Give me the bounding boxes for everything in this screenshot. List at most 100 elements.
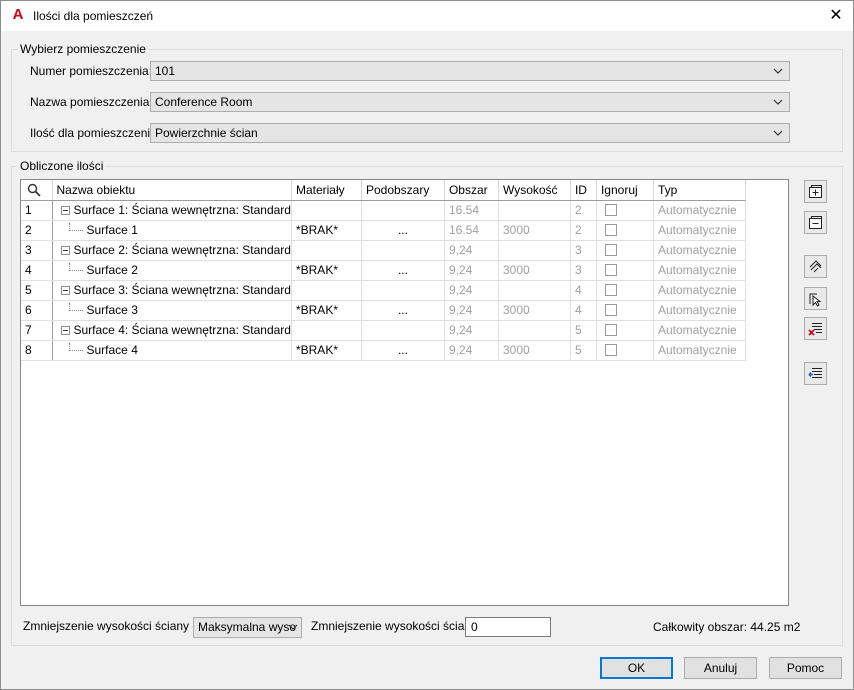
ok-button[interactable]: OK	[600, 657, 673, 679]
quantities-grid[interactable]: Nazwa obiektu Materiały Podobszary Obsza…	[20, 179, 789, 606]
object-name: Surface 2: Ściana wewnętrzna: Standard	[73, 243, 291, 257]
table-row[interactable]: 4 Surface 2 *BRAK*... 9,24 3000 3 Automatyczni…	[21, 260, 746, 281]
material-cell[interactable]	[291, 200, 362, 221]
object-name-cell[interactable]: Surface 4: Ściana wewnętrzna: Standard	[52, 320, 292, 341]
area-cell: 9,24	[444, 300, 499, 321]
room-quantity-dropdown[interactable]: Powierzchnie ścian	[150, 123, 790, 143]
table-row[interactable]: 3 Surface 2: Ściana wewnętrzna: Standard 9…	[21, 240, 746, 261]
collapse-node-icon[interactable]	[60, 246, 70, 255]
ignore-checkbox[interactable]	[604, 244, 617, 256]
column-header-subareas[interactable]: Podobszary	[361, 180, 445, 201]
collapse-node-icon[interactable]	[60, 286, 70, 295]
subareas-cell[interactable]	[361, 320, 445, 341]
subareas-cell[interactable]: ...	[361, 340, 445, 361]
table-row[interactable]: 8 Surface 4 *BRAK*... 9,24 3000 5 Automatyczni…	[21, 340, 746, 361]
row-number[interactable]: 5	[21, 280, 53, 301]
material-cell[interactable]	[291, 320, 362, 341]
material-cell[interactable]: *BRAK*	[291, 340, 362, 361]
search-icon	[27, 183, 41, 197]
table-row[interactable]: 6 Surface 3 *BRAK*... 9,24 3000 4 Automatyczni…	[21, 300, 746, 321]
room-number-value: 101	[155, 64, 176, 78]
subareas-cell[interactable]: ...	[361, 300, 445, 321]
select-objects-button[interactable]	[804, 255, 827, 278]
remove-rows-button[interactable]	[804, 317, 827, 340]
id-cell: 4	[570, 300, 597, 321]
type-cell: Automatycznie	[653, 200, 746, 221]
table-row[interactable]: 2 Surface 1 *BRAK*... 16.54 3000 2 Automatyczn…	[21, 220, 746, 241]
column-header-id[interactable]: ID	[570, 180, 597, 201]
column-header-area[interactable]: Obszar	[444, 180, 499, 201]
ignore-checkbox[interactable]	[604, 284, 617, 296]
area-cell: 9,24	[444, 260, 499, 281]
cancel-button[interactable]: Anuluj	[684, 657, 757, 679]
close-button[interactable]: ✕	[819, 1, 853, 31]
object-name-cell[interactable]: Surface 1: Ściana wewnętrzna: Standard	[52, 200, 292, 221]
grid-search-header[interactable]	[21, 180, 53, 201]
table-row[interactable]: 7 Surface 4: Ściana wewnętrzna: Standard 9…	[21, 320, 746, 341]
column-header-ignore[interactable]: Ignoruj	[596, 180, 654, 201]
ignore-checkbox[interactable]	[604, 344, 617, 356]
pick-objects-button[interactable]	[804, 287, 827, 310]
row-number[interactable]: 1	[21, 200, 53, 221]
area-cell: 16.54	[444, 220, 499, 241]
column-header-type[interactable]: Typ	[653, 180, 746, 201]
row-number[interactable]: 6	[21, 300, 53, 321]
reduce-height-from-dropdown[interactable]: Maksymalna wyso	[193, 617, 302, 638]
column-header-materials[interactable]: Materiały	[291, 180, 362, 201]
subareas-cell[interactable]	[361, 240, 445, 261]
object-name-cell[interactable]: Surface 2	[52, 260, 292, 281]
material-cell[interactable]	[291, 280, 362, 301]
column-header-height[interactable]: Wysokość	[498, 180, 571, 201]
collapse-all-button[interactable]	[804, 211, 827, 234]
ignore-cell	[596, 320, 654, 341]
row-number[interactable]: 7	[21, 320, 53, 341]
area-cell: 16.54	[444, 200, 499, 221]
ignore-cell	[596, 260, 654, 281]
material-cell[interactable]: *BRAK*	[291, 220, 362, 241]
id-cell: 2	[570, 220, 597, 241]
expand-all-button[interactable]	[804, 180, 827, 203]
grid-header-row: Nazwa obiektu Materiały Podobszary Obsza…	[21, 180, 746, 201]
object-name-cell[interactable]: Surface 4	[52, 340, 292, 361]
object-name-cell[interactable]: Surface 3: Ściana wewnętrzna: Standard	[52, 280, 292, 301]
tree-connector	[68, 223, 83, 231]
subareas-cell[interactable]: ...	[361, 220, 445, 241]
ignore-checkbox[interactable]	[604, 224, 617, 236]
tree-connector	[68, 303, 83, 311]
column-header-object-name[interactable]: Nazwa obiektu	[52, 180, 292, 201]
object-name-cell[interactable]: Surface 2: Ściana wewnętrzna: Standard	[52, 240, 292, 261]
material-cell[interactable]: *BRAK*	[291, 260, 362, 281]
ignore-checkbox[interactable]	[604, 324, 617, 336]
material-cell[interactable]: *BRAK*	[291, 300, 362, 321]
help-button[interactable]: Pomoc	[769, 657, 842, 679]
collapse-node-icon[interactable]	[60, 326, 70, 335]
id-cell: 5	[570, 340, 597, 361]
subareas-cell[interactable]	[361, 200, 445, 221]
room-name-dropdown[interactable]: Conference Room	[150, 92, 790, 112]
ignore-checkbox[interactable]	[604, 304, 617, 316]
area-cell: 9,24	[444, 320, 499, 341]
reduce-height-input[interactable]: 0	[465, 617, 551, 637]
row-number[interactable]: 2	[21, 220, 53, 241]
row-number[interactable]: 3	[21, 240, 53, 261]
collapse-node-icon[interactable]	[60, 206, 70, 215]
table-row[interactable]: 1 Surface 1: Ściana wewnętrzna: Standard 1…	[21, 200, 746, 221]
insert-row-button[interactable]	[804, 362, 827, 385]
ignore-checkbox[interactable]	[604, 204, 617, 216]
ignore-cell	[596, 340, 654, 361]
subareas-cell[interactable]: ...	[361, 260, 445, 281]
table-row[interactable]: 5 Surface 3: Ściana wewnętrzna: Standard 9…	[21, 280, 746, 301]
object-name: Surface 4: Ściana wewnętrzna: Standard	[73, 323, 291, 337]
room-number-dropdown[interactable]: 101	[150, 61, 790, 81]
ignore-checkbox[interactable]	[604, 264, 617, 276]
object-name: Surface 2	[86, 263, 138, 277]
row-number[interactable]: 4	[21, 260, 53, 281]
height-cell: 3000	[498, 340, 571, 361]
subareas-cell[interactable]	[361, 280, 445, 301]
object-name-cell[interactable]: Surface 1	[52, 220, 292, 241]
material-cell[interactable]	[291, 240, 362, 261]
row-number[interactable]: 8	[21, 340, 53, 361]
chevron-down-icon	[773, 130, 783, 136]
object-name-cell[interactable]: Surface 3	[52, 300, 292, 321]
ignore-cell	[596, 220, 654, 241]
